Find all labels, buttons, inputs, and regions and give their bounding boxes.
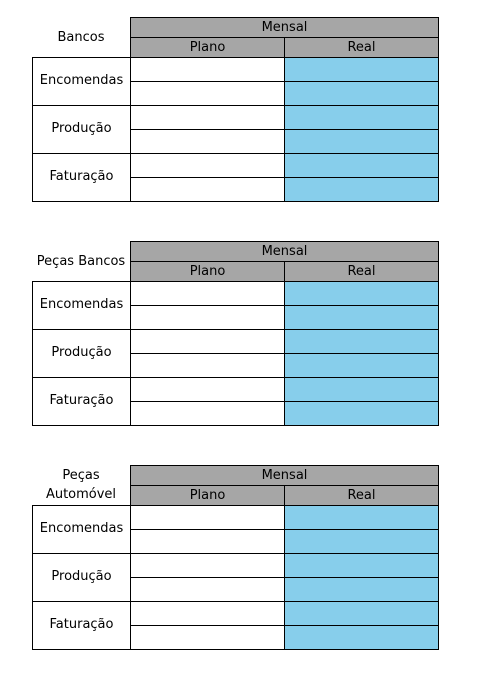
row-label: Produção bbox=[32, 553, 131, 602]
real-cell[interactable] bbox=[284, 329, 439, 354]
row-label: Faturação bbox=[32, 601, 131, 650]
row-label: Encomendas bbox=[32, 281, 131, 330]
real-cell[interactable] bbox=[284, 529, 439, 554]
plano-cell[interactable] bbox=[130, 401, 285, 426]
real-cell[interactable] bbox=[284, 553, 439, 578]
table-title: Peças Automóvel bbox=[45, 468, 117, 502]
header-mensal: Mensal bbox=[130, 17, 439, 38]
plano-cell[interactable] bbox=[130, 329, 285, 354]
real-cell[interactable] bbox=[284, 505, 439, 530]
real-cell[interactable] bbox=[284, 81, 439, 106]
real-cell[interactable] bbox=[284, 57, 439, 82]
header-mensal: Mensal bbox=[130, 465, 439, 486]
plano-cell[interactable] bbox=[130, 177, 285, 202]
header-plano: Plano bbox=[130, 37, 285, 58]
row-label: Encomendas bbox=[32, 505, 131, 554]
plano-cell[interactable] bbox=[130, 577, 285, 602]
real-cell[interactable] bbox=[284, 177, 439, 202]
plano-cell[interactable] bbox=[130, 529, 285, 554]
plano-cell[interactable] bbox=[130, 305, 285, 330]
header-real: Real bbox=[284, 485, 439, 506]
real-cell[interactable] bbox=[284, 281, 439, 306]
plano-cell[interactable] bbox=[130, 153, 285, 178]
table-block: Bancos Mensal Plano Real Encomendas Produção F… bbox=[32, 17, 439, 202]
table-block: Peças Automóvel Mensal Plano Real Encomendas… bbox=[32, 465, 439, 650]
plano-cell[interactable] bbox=[130, 553, 285, 578]
header-real: Real bbox=[284, 37, 439, 58]
plano-cell[interactable] bbox=[130, 105, 285, 130]
real-cell[interactable] bbox=[284, 129, 439, 154]
table-title: Peças Bancos bbox=[36, 253, 126, 269]
header-plano: Plano bbox=[130, 485, 285, 506]
real-cell[interactable] bbox=[284, 105, 439, 130]
row-label: Faturação bbox=[32, 153, 131, 202]
plano-cell[interactable] bbox=[130, 505, 285, 530]
row-label: Encomendas bbox=[32, 57, 131, 106]
real-cell[interactable] bbox=[284, 601, 439, 626]
real-cell[interactable] bbox=[284, 401, 439, 426]
header-real: Real bbox=[284, 261, 439, 282]
plano-cell[interactable] bbox=[130, 129, 285, 154]
real-cell[interactable] bbox=[284, 305, 439, 330]
plano-cell[interactable] bbox=[130, 281, 285, 306]
row-label: Produção bbox=[32, 105, 131, 154]
real-cell[interactable] bbox=[284, 353, 439, 378]
table-title: Bancos bbox=[57, 29, 105, 45]
plano-cell[interactable] bbox=[130, 81, 285, 106]
real-cell[interactable] bbox=[284, 625, 439, 650]
plano-cell[interactable] bbox=[130, 625, 285, 650]
real-cell[interactable] bbox=[284, 153, 439, 178]
row-label: Faturação bbox=[32, 377, 131, 426]
plano-cell[interactable] bbox=[130, 57, 285, 82]
real-cell[interactable] bbox=[284, 577, 439, 602]
real-cell[interactable] bbox=[284, 377, 439, 402]
plano-cell[interactable] bbox=[130, 353, 285, 378]
header-mensal: Mensal bbox=[130, 241, 439, 262]
table-block: Peças Bancos Mensal Plano Real Encomendas Pro… bbox=[32, 241, 439, 426]
plano-cell[interactable] bbox=[130, 377, 285, 402]
row-label: Produção bbox=[32, 329, 131, 378]
plano-cell[interactable] bbox=[130, 601, 285, 626]
header-plano: Plano bbox=[130, 261, 285, 282]
